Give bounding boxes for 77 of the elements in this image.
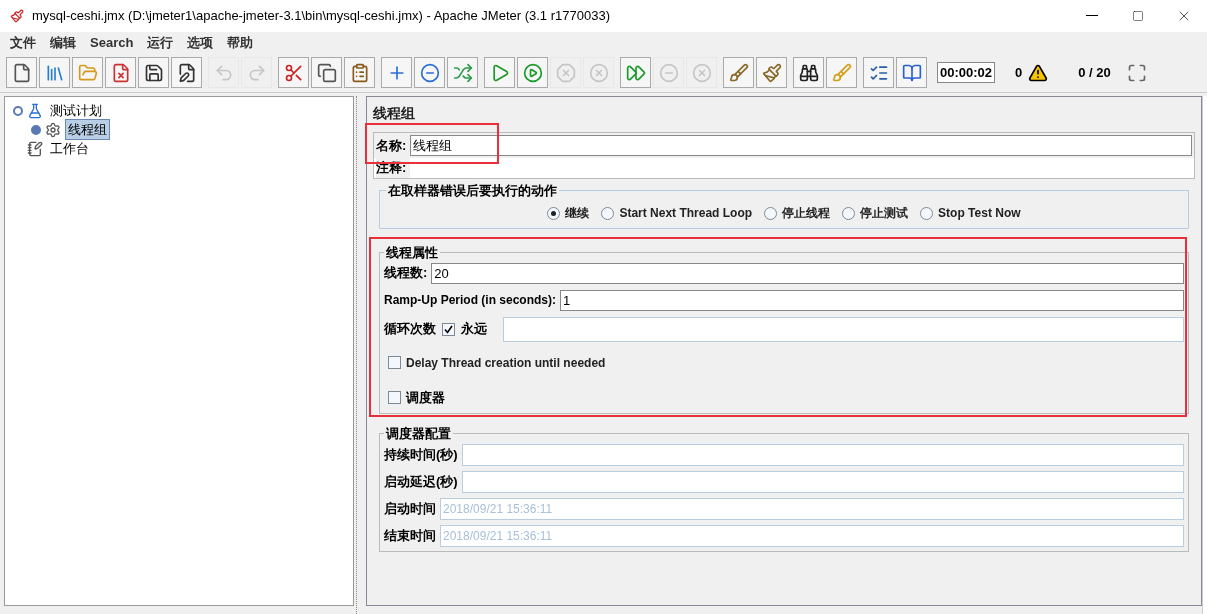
name-field[interactable]: 线程组 (410, 135, 1192, 156)
field-label: 持续时间(秒) (384, 445, 458, 464)
checkbox-label: 永远 (461, 320, 487, 339)
radio-label: 停止测试 (860, 205, 909, 222)
toolbar-button[interactable] (311, 57, 342, 88)
radio-label: 停止线程 (782, 205, 831, 222)
menu-item[interactable]: 选项 (187, 32, 214, 53)
field-label: Ramp-Up Period (in seconds): (384, 292, 556, 309)
undo-icon (213, 62, 234, 83)
check-icon (444, 324, 453, 334)
checkbox-label: Delay Thread creation until needed (406, 354, 606, 372)
loop-count-field[interactable] (503, 316, 1184, 342)
field-label: 启动时间 (384, 499, 436, 518)
tree-toggle[interactable] (31, 124, 41, 135)
fast-forward-icon (625, 62, 646, 83)
circle-minus-icon (419, 62, 440, 83)
rampup-field[interactable]: 1 (560, 289, 1184, 311)
toolbar-button[interactable] (793, 57, 824, 88)
copy-icon (316, 62, 337, 83)
radio-label: 继续 (565, 205, 590, 222)
menu-item[interactable]: Search (90, 32, 134, 53)
toolbar-button[interactable] (6, 57, 37, 88)
group-title: 线程属性 (385, 244, 439, 262)
checkbox[interactable] (388, 356, 401, 369)
radio-button[interactable] (547, 206, 561, 220)
checkbox-label: 调度器 (406, 388, 445, 407)
binoculars-icon (798, 62, 819, 83)
threads-field[interactable]: 20 (431, 262, 1184, 284)
radio-button[interactable] (842, 206, 856, 220)
scheduler-field[interactable] (461, 443, 1184, 466)
scheduler-field[interactable]: 2018/09/21 15:36:11 (440, 497, 1184, 520)
error-count: 0 (1015, 63, 1023, 82)
window-title: mysql-ceshi.jmx (D:\jmeter1\apache-jmeter-3.1\bin\mysql-ceshi.jmx) - Apache JMeter (3.1 r1770033) (32, 7, 611, 26)
menu-item[interactable]: 文件 (10, 32, 36, 53)
checkbox[interactable] (442, 322, 455, 336)
radio-button[interactable] (601, 206, 615, 220)
menu-item[interactable]: 运行 (147, 32, 174, 53)
gear-icon (45, 121, 61, 138)
group-title: 调度器配置 (384, 425, 452, 443)
field-label: 名称: (376, 136, 407, 155)
scheduler-field[interactable]: 2018/09/21 15:36:11 (440, 524, 1184, 547)
help-icon (901, 62, 922, 83)
warning-icon (1028, 62, 1049, 83)
circle-minus-icon (658, 62, 679, 83)
thread-count: 0 / 20 (1078, 63, 1111, 82)
scheduler-field[interactable] (461, 470, 1184, 493)
checkbox[interactable] (388, 390, 401, 404)
stop-icon (555, 62, 576, 83)
panel-title: 线程组 (373, 104, 416, 123)
group-title: 在取样器错误后要执行的动作 (387, 181, 558, 200)
notepad-icon (27, 140, 43, 157)
field-label: 循环次数 (384, 320, 436, 339)
field-label: 结束时间 (384, 526, 436, 545)
radio-label: Stop Test Now (938, 205, 1021, 222)
tree-toggle[interactable] (13, 105, 23, 116)
save-icon (143, 62, 164, 83)
folder-icon (77, 62, 98, 83)
elapsed-timer: 00:00:02 (937, 61, 996, 84)
toolbar-button[interactable] (138, 57, 169, 88)
field-label: 线程数: (384, 264, 428, 283)
x-circle-icon (588, 62, 609, 83)
shuffle-icon (452, 62, 473, 83)
brushes-icon (761, 62, 782, 83)
radio-button[interactable] (920, 206, 934, 220)
tree-item[interactable]: 线程组 (65, 118, 110, 141)
radio-button[interactable] (764, 206, 778, 220)
field-label: 启动延迟(秒) (384, 472, 458, 491)
minimize-icon (1086, 15, 1098, 17)
radio-label: Start Next Thread Loop (619, 205, 753, 222)
toolbar-button[interactable] (171, 57, 202, 88)
maximize-icon (1132, 10, 1144, 22)
menu-item[interactable]: 编辑 (50, 32, 76, 53)
play-circle-icon (522, 62, 543, 83)
flask-icon (27, 102, 43, 119)
scissors-icon (283, 62, 304, 83)
circle-x-icon (691, 62, 712, 83)
menu-item[interactable]: 帮助 (227, 32, 254, 53)
